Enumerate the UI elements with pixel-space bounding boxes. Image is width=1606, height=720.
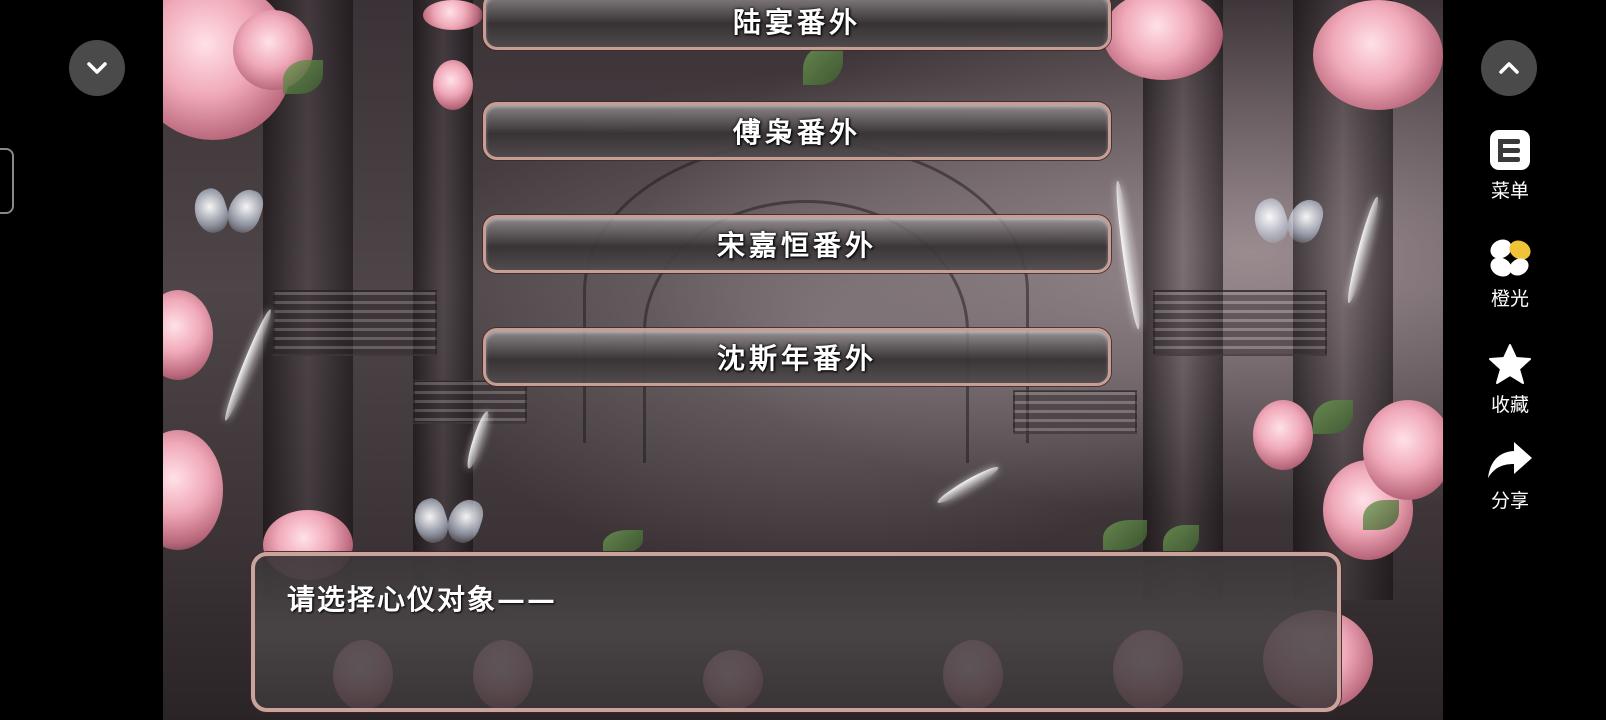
choice-button-3[interactable]: 宋嘉恒番外 [483, 215, 1111, 273]
orange-light-icon [1490, 239, 1531, 277]
side-item-orange-light[interactable]: 橙光 [1480, 236, 1540, 311]
chevron-up-icon [1499, 62, 1519, 74]
side-item-favorite[interactable]: 收藏 [1480, 342, 1540, 417]
chevron-down-icon [87, 62, 107, 74]
choice-button-4[interactable]: 沈斯年番外 [483, 328, 1111, 386]
dialog-box[interactable]: 请选择心仪对象—— [251, 552, 1341, 712]
star-icon [1489, 344, 1531, 384]
choice-label: 沈斯年番外 [716, 342, 877, 375]
game-viewport: 陆宴番外 傅枭番外 宋嘉恒番外 沈斯年番外 请选择心仪对象—— [163, 0, 1443, 720]
dialog-text: 请选择心仪对象—— [287, 583, 558, 616]
choice-label: 宋嘉恒番外 [716, 229, 877, 262]
app-screen: 陆宴番外 傅枭番外 宋嘉恒番外 沈斯年番外 请选择心仪对象—— 菜单 橙光 收藏… [0, 0, 1606, 720]
choice-label: 傅枭番外 [732, 116, 861, 149]
expand-button[interactable] [1481, 40, 1537, 96]
side-handle[interactable] [0, 148, 14, 214]
side-item-label: 收藏 [1490, 394, 1529, 416]
side-item-menu[interactable]: 菜单 [1480, 128, 1540, 203]
choice-button-2[interactable]: 傅枭番外 [483, 102, 1111, 160]
side-item-label: 分享 [1490, 490, 1529, 512]
side-item-label: 橙光 [1490, 288, 1529, 310]
collapse-button[interactable] [69, 40, 125, 96]
side-item-share[interactable]: 分享 [1480, 438, 1540, 513]
choice-button-1[interactable]: 陆宴番外 [483, 0, 1111, 50]
menu-icon [1490, 130, 1530, 170]
choice-label: 陆宴番外 [732, 6, 861, 39]
share-icon [1488, 442, 1532, 478]
side-item-label: 菜单 [1490, 180, 1529, 202]
